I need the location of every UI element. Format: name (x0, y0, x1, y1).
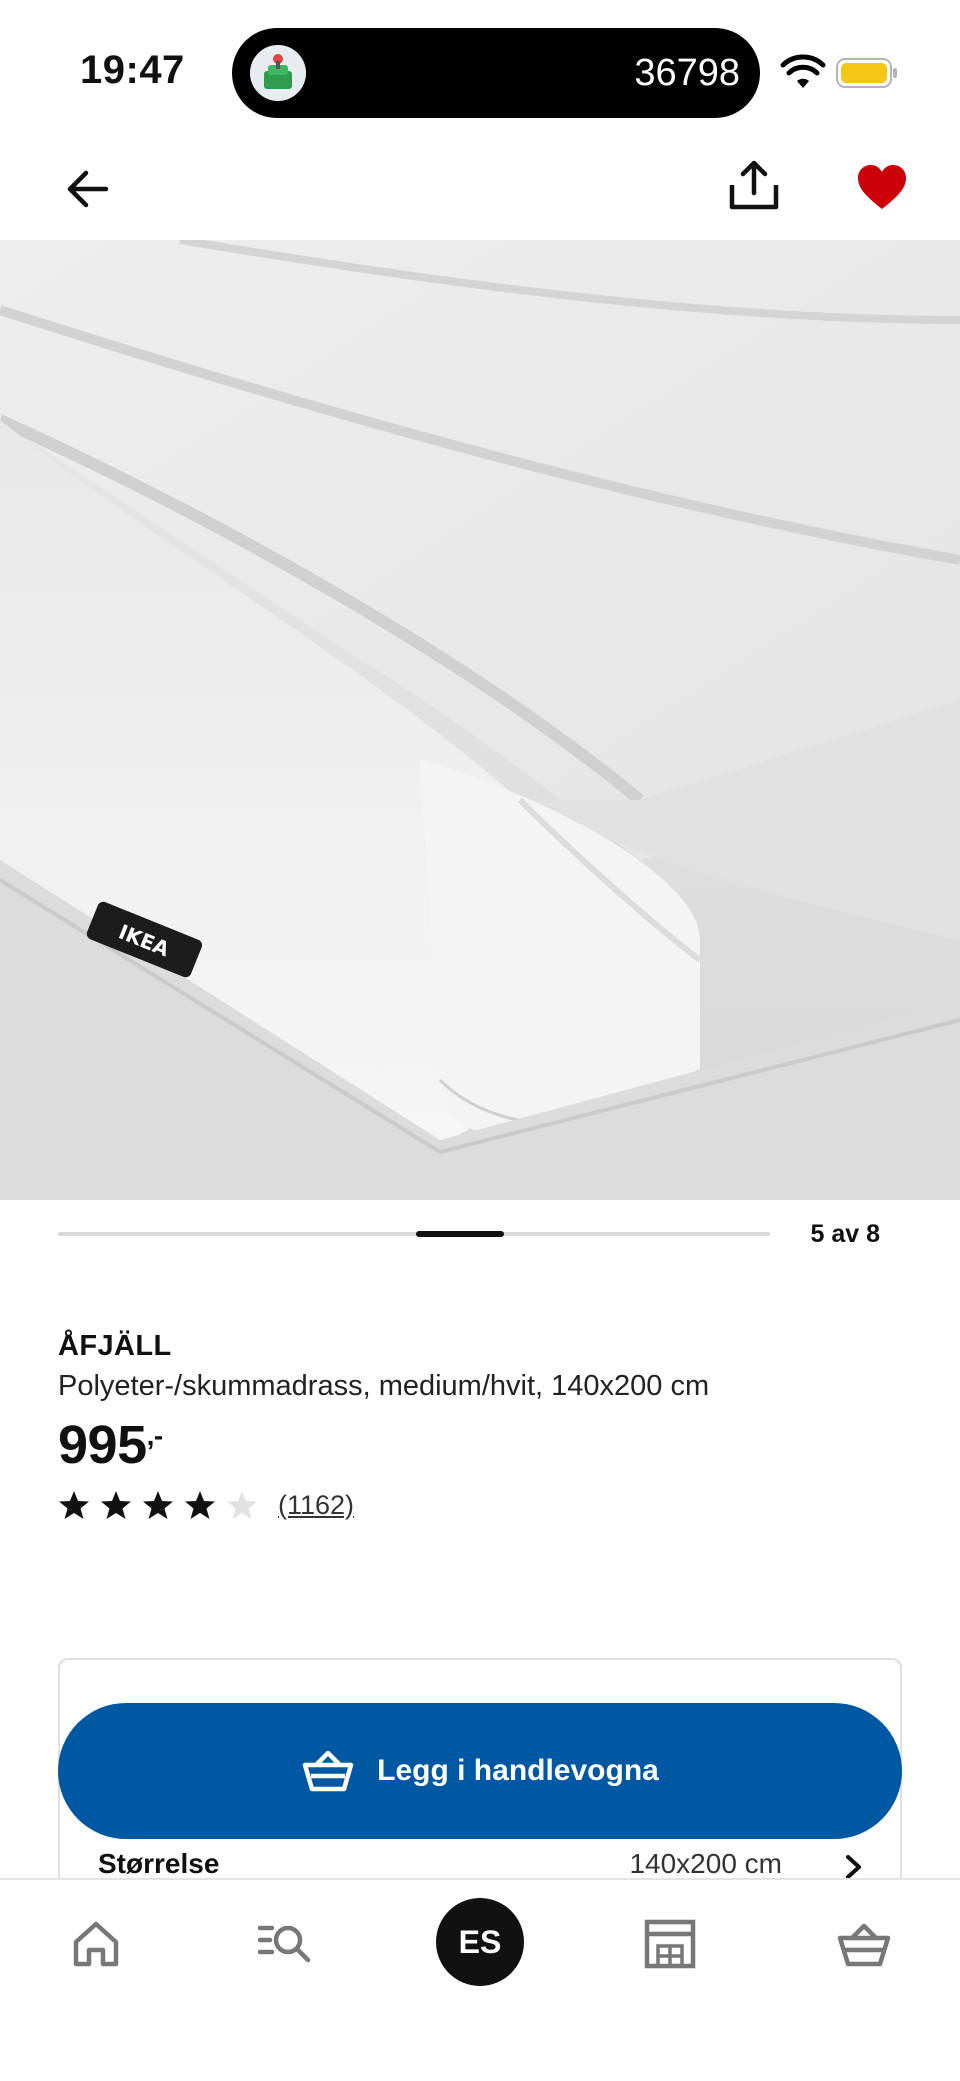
basket-icon[interactable] (836, 1916, 892, 1972)
star-filled-icon (143, 1491, 173, 1519)
store-icon[interactable] (642, 1916, 698, 1972)
share-icon[interactable] (724, 155, 784, 215)
price-suffix: ,- (146, 1420, 164, 1451)
search-list-icon[interactable] (258, 1916, 314, 1972)
app-bar (0, 135, 960, 240)
add-to-cart-button[interactable]: Legg i handlevogna (58, 1703, 902, 1839)
chevron-right-icon (846, 1855, 861, 1879)
basket-icon (302, 1750, 354, 1792)
star-filled-icon (101, 1491, 131, 1519)
review-count-link[interactable]: (1162) (278, 1490, 354, 1521)
heart-icon[interactable] (854, 159, 910, 215)
wifi-icon (780, 54, 826, 88)
arrow-left-icon[interactable] (60, 161, 116, 217)
product-description: Polyeter-/skummadrass, medium/hvit, 140x… (58, 1370, 710, 1402)
star-empty-icon (227, 1491, 257, 1519)
profile-avatar[interactable]: ES (436, 1898, 524, 1986)
product-rating[interactable]: (1162) (58, 1488, 354, 1522)
product-image[interactable]: IKEA (0, 240, 960, 1200)
gallery-counter: 5 av 8 (810, 1220, 880, 1248)
star-filled-icon (185, 1491, 215, 1519)
status-bar: 19:47 36798 (0, 0, 960, 135)
dynamic-island[interactable]: 36798 (232, 28, 760, 118)
star-filled-icon (59, 1491, 89, 1519)
size-label: Størrelse (98, 1848, 220, 1879)
size-value: 140x200 cm (629, 1848, 782, 1879)
price-value: 995 (58, 1415, 147, 1475)
gallery-progress-indicator (416, 1231, 504, 1237)
product-price: 995,- (58, 1414, 163, 1476)
activity-count: 36798 (634, 52, 740, 94)
bottom-navigation: ES (0, 1878, 960, 2081)
home-icon[interactable] (68, 1916, 124, 1972)
status-time: 19:47 (80, 48, 185, 92)
product-name: ÅFJÄLL (58, 1330, 172, 1362)
battery-icon (836, 58, 897, 88)
app-activity-icon (250, 45, 306, 101)
gallery-progress-track[interactable] (58, 1231, 770, 1237)
add-to-cart-label: Legg i handlevogna (377, 1754, 659, 1787)
